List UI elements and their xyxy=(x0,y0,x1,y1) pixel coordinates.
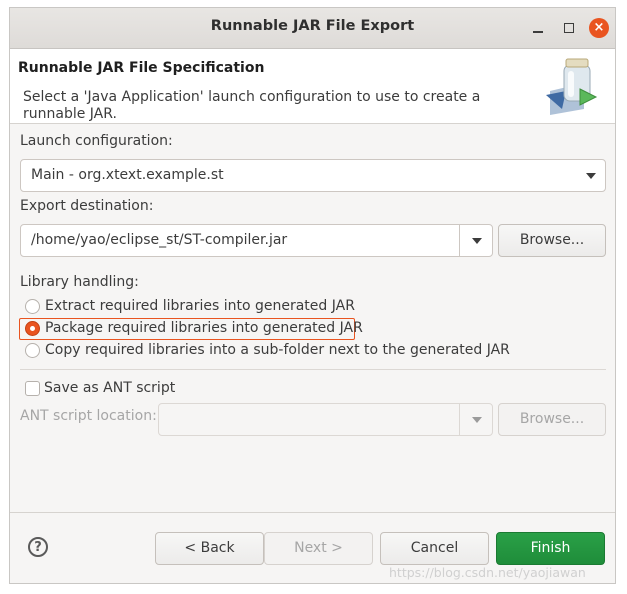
help-icon[interactable]: ? xyxy=(28,537,48,557)
export-destination-combo[interactable]: /home/yao/eclipse_st/ST-compiler.jar xyxy=(20,224,493,257)
export-dialog: Runnable JAR File Export × Runnable JAR … xyxy=(9,7,616,584)
wizard-header: Runnable JAR File Specification Select a… xyxy=(10,49,615,124)
radio-label: Copy required libraries into a sub-folde… xyxy=(45,342,510,358)
radio-button-selected[interactable] xyxy=(25,321,40,336)
save-ant-checkbox[interactable] xyxy=(25,381,40,396)
cancel-button[interactable]: Cancel xyxy=(380,532,489,565)
export-destination-value: /home/yao/eclipse_st/ST-compiler.jar xyxy=(31,232,288,248)
radio-label: Extract required libraries into generate… xyxy=(45,298,355,314)
minimize-button[interactable] xyxy=(528,18,548,38)
radio-button[interactable] xyxy=(25,343,40,358)
close-button[interactable]: × xyxy=(589,18,609,38)
ant-location-combo xyxy=(158,403,493,436)
chevron-down-icon[interactable] xyxy=(472,238,482,244)
export-destination-label: Export destination: xyxy=(20,198,154,214)
next-button: Next > xyxy=(264,532,373,565)
launch-config-label: Launch configuration: xyxy=(20,133,173,149)
divider xyxy=(20,369,606,370)
combo-separator xyxy=(459,404,460,435)
back-button[interactable]: < Back xyxy=(155,532,264,565)
jar-export-wizard-icon xyxy=(546,58,598,115)
title-bar: Runnable JAR File Export × xyxy=(10,8,615,49)
library-handling-label: Library handling: xyxy=(20,274,139,290)
chevron-down-icon xyxy=(586,173,596,179)
launch-config-combo[interactable]: Main - org.xtext.example.st xyxy=(20,159,606,192)
finish-button[interactable]: Finish xyxy=(496,532,605,565)
footer-divider xyxy=(10,512,615,513)
watermark-text: https://blog.csdn.net/yaojiawan xyxy=(389,565,586,580)
radio-button[interactable] xyxy=(25,299,40,314)
browse-ant-button: Browse... xyxy=(498,403,606,436)
launch-config-value: Main - org.xtext.example.st xyxy=(31,167,224,183)
maximize-button[interactable] xyxy=(559,18,579,38)
save-ant-label: Save as ANT script xyxy=(44,380,176,396)
ant-location-label: ANT script location: xyxy=(20,408,157,424)
browse-destination-button[interactable]: Browse... xyxy=(498,224,606,257)
combo-separator xyxy=(459,225,460,256)
chevron-down-icon xyxy=(472,417,482,423)
page-description: Select a 'Java Application' launch confi… xyxy=(23,89,481,122)
window-title: Runnable JAR File Export xyxy=(210,18,415,34)
radio-label: Package required libraries into generate… xyxy=(45,320,363,336)
page-title: Runnable JAR File Specification xyxy=(18,60,265,76)
